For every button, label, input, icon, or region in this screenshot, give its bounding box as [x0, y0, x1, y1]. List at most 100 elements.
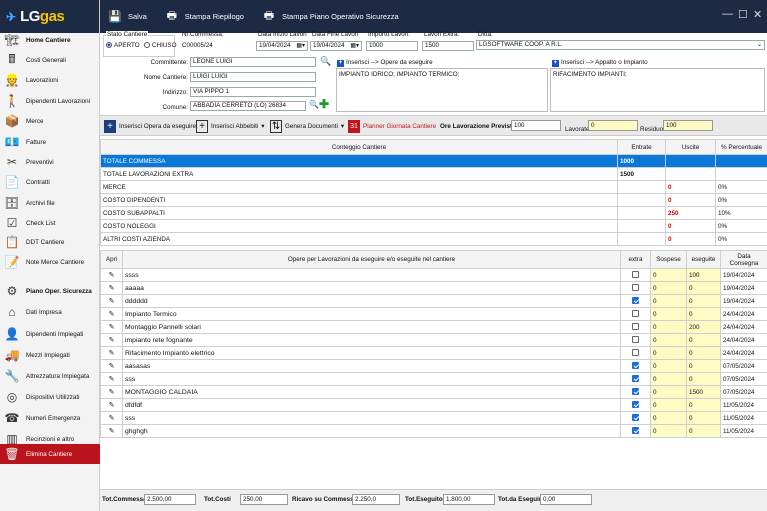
pencil-icon[interactable]: ✎ [109, 402, 115, 409]
checkbox[interactable] [632, 271, 639, 279]
insert-opera-button[interactable]: + Inserisci Opera da eseguire [104, 119, 196, 134]
checkbox[interactable] [632, 284, 639, 292]
pencil-icon[interactable]: ✎ [109, 376, 115, 383]
sidebar-item-note-merce-cantiere[interactable]: 📝 Note Merce Cantiere [0, 252, 100, 272]
pencil-icon[interactable]: ✎ [109, 389, 115, 396]
table-row[interactable]: ✎ dddddd 0 0 19/04/2024 [100, 294, 767, 308]
ore-previste-field[interactable]: 100 [511, 120, 561, 131]
radio-aperto[interactable]: APERTO [106, 42, 140, 49]
close-icon[interactable]: ✕ [753, 8, 762, 21]
ditta-select[interactable]: LGSOFTWARE COOP. A R.L. ⌄ [476, 40, 765, 50]
table-row[interactable]: ALTRI COSTI AZIENDA 0 0% [100, 232, 767, 246]
table-row[interactable]: ✎ ssss 0 100 19/04/2024 [100, 268, 767, 282]
search-icon[interactable]: 🔍 [320, 56, 331, 67]
checkbox[interactable] [632, 375, 639, 383]
sidebar-item-lavorazioni[interactable]: 👷 Lavorazioni [0, 70, 100, 90]
nome-cantiere-field[interactable]: LUIGI LUIGI [190, 72, 316, 82]
sidebar-item-piano-oper-sicurezza[interactable]: ⚙ Piano Oper. Sicurezza [0, 281, 100, 301]
importo-field[interactable]: 1000 [366, 41, 418, 51]
table-row[interactable]: COSTO DIPENDENTI 0 0% [100, 193, 767, 207]
cell-sospese[interactable]: 0 [650, 281, 687, 295]
cell-sospese[interactable]: 0 [650, 333, 687, 347]
checkbox[interactable] [632, 310, 639, 318]
sidebar-item-attrezzatura-impiegata[interactable]: 🔧 Attrezzatura Impiegata [0, 366, 100, 386]
col-header[interactable]: Data Consegna [720, 250, 767, 269]
checkbox[interactable] [632, 427, 639, 435]
table-row[interactable]: ✎ Rifacimento Impianto elettrico 0 0 24/04/2… [100, 346, 767, 360]
appalto-textarea[interactable]: RIFACIMENTO IMPIANTI; [550, 68, 765, 112]
table-row[interactable]: COSTO SUBAPPALTI 250 10% [100, 206, 767, 220]
col-header[interactable]: Entrate [617, 139, 666, 155]
table-row[interactable]: ✎ Montaggio Pannelli solari 0 200 24/04/2024 [100, 320, 767, 334]
table-row[interactable]: ✎ Impianto Termico 0 0 24/04/2024 [100, 307, 767, 321]
cell-eseguite[interactable]: 0 [686, 333, 721, 347]
sidebar-item-check-list[interactable]: ☑ Check List [0, 213, 100, 233]
sidebar-item-merce[interactable]: 📦 Merce [0, 111, 100, 131]
genera-documenti-button[interactable]: ⇅ Genera Documenti ▾ [270, 119, 344, 134]
sidebar-item-elimina-cantiere[interactable]: 🗑 Elimina Cantiere [0, 444, 100, 464]
print-safety-plan-button[interactable]: 🖶 Stampa Piano Operativo Sicurezza [262, 10, 399, 24]
open-cell[interactable]: ✎ [100, 359, 123, 373]
checkbox[interactable] [632, 388, 639, 396]
open-cell[interactable]: ✎ [100, 333, 123, 347]
sidebar-item-ddt-cantiere[interactable]: 📋 DDT Cantiere [0, 232, 100, 252]
cell-eseguite[interactable]: 0 [686, 398, 721, 412]
open-cell[interactable]: ✎ [100, 320, 123, 334]
open-cell[interactable]: ✎ [100, 385, 123, 399]
sidebar-item-numeri-emergenza[interactable]: ☎ Numeri Emergenza [0, 408, 100, 428]
table-row[interactable]: ✎ aaaaa 0 0 19/04/2024 [100, 281, 767, 295]
checkbox[interactable] [632, 414, 639, 422]
opere-textarea[interactable]: IMPIANTO IDRICO; IMPIANTO TERMICO; [336, 68, 548, 112]
lavori-extra-field[interactable]: 1500 [422, 41, 474, 51]
pencil-icon[interactable]: ✎ [109, 415, 115, 422]
cell-sospese[interactable]: 0 [650, 372, 687, 386]
checkbox[interactable] [632, 297, 639, 305]
table-row[interactable]: COSTO NOLEGGI 0 0% [100, 219, 767, 233]
open-cell[interactable]: ✎ [100, 268, 123, 282]
cell-sospese[interactable]: 0 [650, 294, 687, 308]
checkbox[interactable] [632, 349, 639, 357]
table-row[interactable]: ✎ MONTAGGIO CALDAIA 0 1500 07/05/2024 [100, 385, 767, 399]
table-row[interactable]: ✎ sss 0 0 11/05/2024 [100, 411, 767, 425]
cell-sospese[interactable]: 0 [650, 307, 687, 321]
cell-eseguite[interactable]: 0 [686, 411, 721, 425]
cell-eseguite[interactable]: 0 [686, 294, 721, 308]
sidebar-item-fatture[interactable]: 💶 Fatture [0, 132, 100, 152]
pencil-icon[interactable]: ✎ [109, 350, 115, 357]
cell-sospese[interactable]: 0 [650, 320, 687, 334]
indirizzo-field[interactable]: VIA PIPPO 1 [190, 87, 316, 97]
open-cell[interactable]: ✎ [100, 411, 123, 425]
cell-sospese[interactable]: 0 [650, 411, 687, 425]
col-header[interactable]: % Percentuale [715, 139, 767, 155]
pencil-icon[interactable]: ✎ [109, 363, 115, 370]
open-cell[interactable]: ✎ [100, 424, 123, 438]
save-button[interactable]: 💾 Salva [108, 10, 147, 24]
comune-field[interactable]: ABBADIA CERRETO (LO) 26834 [190, 101, 306, 111]
pencil-icon[interactable]: ✎ [109, 272, 115, 279]
sidebar-item-costi-generali[interactable]: 🖩 Costi Generali [0, 50, 100, 70]
cell-sospese[interactable]: 0 [650, 398, 687, 412]
cell-sospese[interactable]: 0 [650, 346, 687, 360]
planner-button[interactable]: 31 Planner Giornata Cantiere [348, 119, 436, 134]
data-fine-field[interactable]: 19/04/2024 ▦▾ [310, 41, 362, 51]
cell-sospese[interactable]: 0 [650, 385, 687, 399]
open-cell[interactable]: ✎ [100, 281, 123, 295]
open-cell[interactable]: ✎ [100, 294, 123, 308]
col-header[interactable]: extra [620, 250, 651, 269]
open-cell[interactable]: ✎ [100, 307, 123, 321]
residuo-field[interactable]: 100 [663, 120, 713, 131]
cell-eseguite[interactable]: 200 [686, 320, 721, 334]
open-cell[interactable]: ✎ [100, 372, 123, 386]
table-row[interactable]: TOTALE LAVORAZIONI EXTRA 1500 [100, 167, 767, 181]
cell-eseguite[interactable]: 0 [686, 359, 721, 373]
col-header[interactable]: Conteggio Cantiere [100, 139, 618, 155]
table-row[interactable]: ✎ aasasas 0 0 07/05/2024 [100, 359, 767, 373]
open-cell[interactable]: ✎ [100, 398, 123, 412]
col-header[interactable]: Apri [100, 250, 123, 269]
insert-abbediti-button[interactable]: + Inserisci Abbebiti ▾ [196, 119, 264, 134]
print-summary-button[interactable]: 🖶 Stampa Riepilogo [165, 10, 244, 24]
open-cell[interactable]: ✎ [100, 346, 123, 360]
cell-eseguite[interactable]: 100 [686, 268, 721, 282]
radio-chiuso[interactable]: CHIUSO [144, 42, 177, 49]
table-row[interactable]: ✎ ghghgh 0 0 11/05/2024 [100, 424, 767, 438]
